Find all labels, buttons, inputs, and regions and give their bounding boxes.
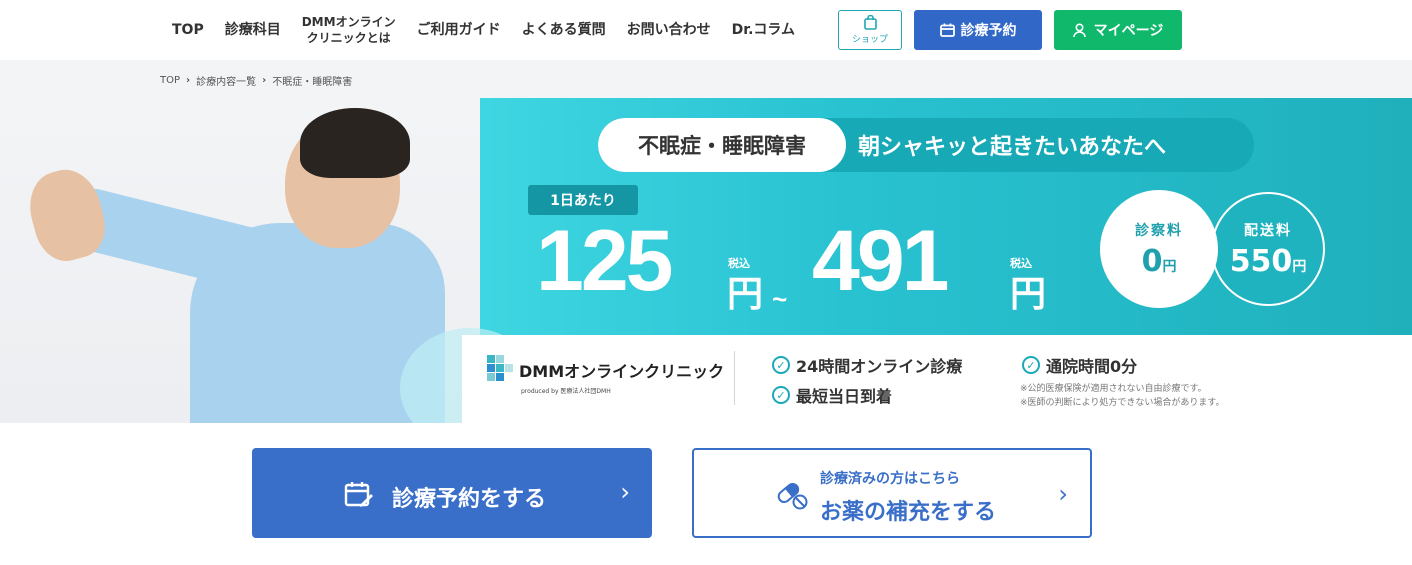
shop-button-label: ショップ — [851, 35, 888, 45]
medicine-refill-button[interactable]: 診療済みの方はこちら お薬の補充をする › — [692, 448, 1092, 538]
breadcrumb-item-list[interactable]: 診療内容一覧 — [196, 73, 256, 88]
nav-contact[interactable]: お問い合わせ — [627, 22, 711, 39]
global-nav: TOP 診療科目 DMMオンライン クリニックとは ご利用ガイド よくある質問 … — [172, 0, 816, 60]
breadcrumb-item-top[interactable]: TOP — [160, 75, 180, 86]
disclaimer-note-1: ※公的医療保険が適用されない自由診療です。 — [1020, 384, 1207, 394]
pill-icon — [777, 482, 808, 510]
calendar-icon — [939, 23, 955, 37]
chevron-right-icon: › — [262, 75, 267, 86]
photo-person-hair — [300, 108, 410, 178]
breadcrumb: TOP › 診療内容一覧 › 不眠症・睡眠障害 — [160, 73, 352, 88]
user-icon — [1072, 22, 1086, 37]
feature-24h: ✓ 24時間オンライン診療 — [772, 353, 962, 377]
consult-fee-circle: 診察料 0円 — [1100, 190, 1218, 308]
price-min-yen: 円 — [727, 273, 764, 314]
feature-same-day-label: 最短当日到着 — [796, 387, 893, 406]
consult-fee-value: 0円 — [1141, 243, 1177, 279]
feature-no-visit-label: 通院時間0分 — [1046, 357, 1138, 376]
logo-subtext: produced by 医療法人社団DMH — [521, 388, 611, 395]
shipping-fee-label: 配送料 — [1244, 222, 1292, 239]
chevron-right-icon: › — [186, 75, 191, 86]
reserve-consultation-button[interactable]: 診療予約をする › — [252, 448, 652, 538]
consult-fee-label: 診察料 — [1135, 222, 1183, 239]
medicine-refill-sublabel: 診療済みの方はこちら — [820, 471, 960, 487]
hero-info-band: DMMオンラインクリニック produced by 医療法人社団DMH ✓ 24… — [462, 335, 1412, 423]
dmm-online-clinic-logo: DMMオンラインクリニック produced by 医療法人社団DMH — [487, 355, 725, 395]
price-tilde: ~ — [772, 284, 788, 314]
header-reserve-label: 診療予約 — [960, 23, 1017, 39]
nav-column[interactable]: Dr.コラム — [732, 22, 795, 39]
chevron-right-icon: › — [620, 478, 630, 506]
feature-24h-label: 24時間オンライン診療 — [796, 357, 963, 376]
breadcrumb-item-current: 不眠症・睡眠障害 — [272, 77, 353, 88]
hero-headline-pill: 不眠症・睡眠障害 朝シャキッと起きたいあなたへ — [598, 118, 1254, 172]
chevron-right-icon: › — [1058, 480, 1068, 508]
disclaimer-note-2: ※医師の判断により処方できない場合があります。 — [1020, 398, 1225, 408]
check-circle-icon: ✓ — [772, 386, 790, 404]
hero-catchphrase: 朝シャキッと起きたいあなたへ — [858, 135, 1167, 160]
nav-guide[interactable]: ご利用ガイド — [417, 22, 501, 39]
check-circle-icon: ✓ — [1022, 356, 1040, 374]
price-max-yen: 円 — [1010, 273, 1047, 314]
nav-faq[interactable]: よくある質問 — [522, 22, 606, 39]
nav-departments[interactable]: 診療科目 — [225, 22, 281, 39]
breadcrumb-bar: TOP › 診療内容一覧 › 不眠症・睡眠障害 — [0, 60, 1412, 98]
shipping-fee-circle: 配送料 550円 — [1211, 192, 1325, 306]
shop-button[interactable]: ショップ — [838, 10, 902, 50]
calendar-edit-icon — [344, 482, 373, 507]
nav-top[interactable]: TOP — [172, 22, 204, 39]
price-max: 491 — [812, 213, 949, 309]
nav-about-line2: クリニックとは — [306, 31, 391, 45]
nav-about[interactable]: DMMオンライン クリニックとは — [302, 14, 396, 46]
header-mypage-button[interactable]: マイページ — [1054, 10, 1182, 50]
feature-same-day: ✓ 最短当日到着 — [772, 383, 892, 407]
tax-label-max: 税込 — [1010, 257, 1032, 270]
feature-no-visit: ✓ 通院時間0分 — [1022, 353, 1137, 377]
nav-about-line1: DMMオンライン — [301, 15, 396, 29]
logo-text: DMMオンラインクリニック — [519, 362, 725, 381]
per-day-badge: 1日あたり — [528, 185, 638, 215]
hero-condition: 不眠症・睡眠障害 — [598, 118, 846, 172]
shipping-fee-value: 550円 — [1229, 243, 1307, 279]
divider — [734, 351, 735, 405]
header-reserve-button[interactable]: 診療予約 — [914, 10, 1042, 50]
price-min: 125 — [536, 213, 673, 309]
medicine-refill-label: お薬の補充をする — [820, 500, 997, 525]
check-circle-icon: ✓ — [772, 356, 790, 374]
hero-banner: 不眠症・睡眠障害 朝シャキッと起きたいあなたへ 1日あたり 税込 125 円 ~… — [0, 98, 1412, 423]
tax-label-min: 税込 — [728, 257, 750, 270]
site-header: TOP 診療科目 DMMオンライン クリニックとは ご利用ガイド よくある質問 … — [0, 0, 1412, 60]
dmm-logo-mark-icon — [487, 355, 513, 385]
header-mypage-label: マイページ — [1093, 23, 1164, 39]
reserve-consultation-label: 診療予約をする — [392, 487, 547, 512]
shopping-bag-icon — [863, 15, 877, 30]
